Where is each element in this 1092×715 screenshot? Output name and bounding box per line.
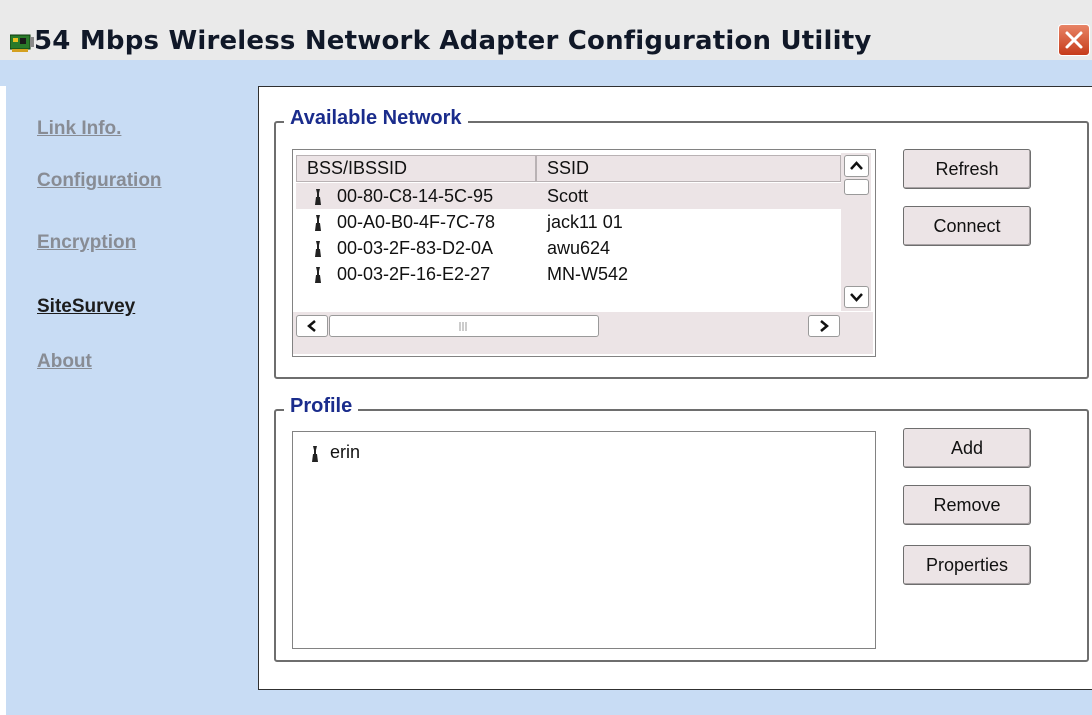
scroll-left-button[interactable]: [296, 315, 328, 337]
window-left-edge: [0, 86, 6, 715]
scroll-down-button[interactable]: [844, 286, 869, 308]
ssid-cell: Scott: [547, 186, 589, 206]
wireless-antenna-icon: [315, 189, 321, 205]
table-row[interactable]: 00-A0-B0-4F-7C-78 jack11 01: [296, 209, 844, 235]
chevron-up-icon: [850, 161, 863, 170]
remove-button[interactable]: Remove: [903, 485, 1031, 525]
bssid-cell: 00-80-C8-14-5C-95: [337, 186, 494, 206]
profile-list[interactable]: erin: [292, 431, 876, 649]
ssid-cell: MN-W542: [547, 264, 629, 284]
profile-group: Profile erin Add Remove Properties: [274, 395, 1089, 662]
main-panel: Available Network BSS/IBSSID SSID 00-80-…: [258, 86, 1092, 690]
vertical-scrollbar[interactable]: [841, 153, 871, 311]
ssid-cell: awu624: [547, 238, 611, 258]
add-button[interactable]: Add: [903, 428, 1031, 468]
properties-button[interactable]: Properties: [903, 545, 1031, 585]
close-icon: [1065, 31, 1083, 49]
network-card-icon: [10, 34, 34, 52]
bssid-cell: 00-03-2F-16-E2-27: [337, 264, 491, 284]
wireless-antenna-icon: [315, 215, 321, 231]
grip-icon: [459, 322, 467, 331]
wireless-antenna-icon: [312, 446, 318, 462]
bssid-cell: 00-03-2F-83-D2-0A: [337, 238, 494, 258]
profile-name: erin: [330, 442, 361, 462]
sidebar-item-about[interactable]: About: [37, 351, 92, 373]
window-title: 54 Mbps Wireless Network Adapter Configu…: [34, 26, 872, 56]
profile-legend: Profile: [284, 395, 359, 418]
column-header-ssid[interactable]: SSID: [536, 155, 841, 182]
chevron-down-icon: [850, 293, 863, 302]
sidebar-item-encryption[interactable]: Encryption: [37, 232, 136, 254]
sidebar-item-sitesurvey[interactable]: SiteSurvey: [37, 296, 135, 318]
chevron-left-icon: [307, 320, 316, 332]
table-row[interactable]: 00-03-2F-83-D2-0A awu624: [296, 235, 844, 261]
sidebar-item-link-info[interactable]: Link Info.: [37, 118, 121, 140]
table-row[interactable]: 00-03-2F-16-E2-27 MN-W542: [296, 261, 844, 285]
connect-button[interactable]: Connect: [903, 206, 1031, 246]
bssid-cell: 00-A0-B0-4F-7C-78: [337, 212, 496, 232]
column-header-bssid[interactable]: BSS/IBSSID: [296, 155, 536, 182]
table-row[interactable]: 00-80-C8-14-5C-95 Scott: [296, 183, 844, 209]
scroll-up-button[interactable]: [844, 155, 869, 177]
horizontal-scroll-thumb[interactable]: [329, 315, 599, 337]
network-list[interactable]: BSS/IBSSID SSID 00-80-C8-14-5C-95 Scott …: [292, 149, 876, 357]
app-window: 54 Mbps Wireless Network Adapter Configu…: [0, 0, 1092, 715]
chevron-right-icon: [820, 320, 829, 332]
scroll-right-button[interactable]: [808, 315, 840, 337]
horizontal-scrollbar[interactable]: [293, 312, 873, 354]
close-button[interactable]: [1058, 24, 1090, 56]
wireless-antenna-icon: [315, 267, 321, 283]
refresh-button[interactable]: Refresh: [903, 149, 1031, 189]
scroll-thumb[interactable]: [844, 179, 869, 195]
ssid-cell: jack11 01: [547, 212, 623, 232]
title-divider: [0, 60, 1092, 86]
available-network-legend: Available Network: [284, 107, 468, 130]
sidebar: Link Info. Configuration Encryption Site…: [0, 86, 258, 715]
sidebar-item-configuration[interactable]: Configuration: [37, 170, 162, 192]
available-network-group: Available Network BSS/IBSSID SSID 00-80-…: [274, 107, 1089, 379]
wireless-antenna-icon: [315, 241, 321, 257]
